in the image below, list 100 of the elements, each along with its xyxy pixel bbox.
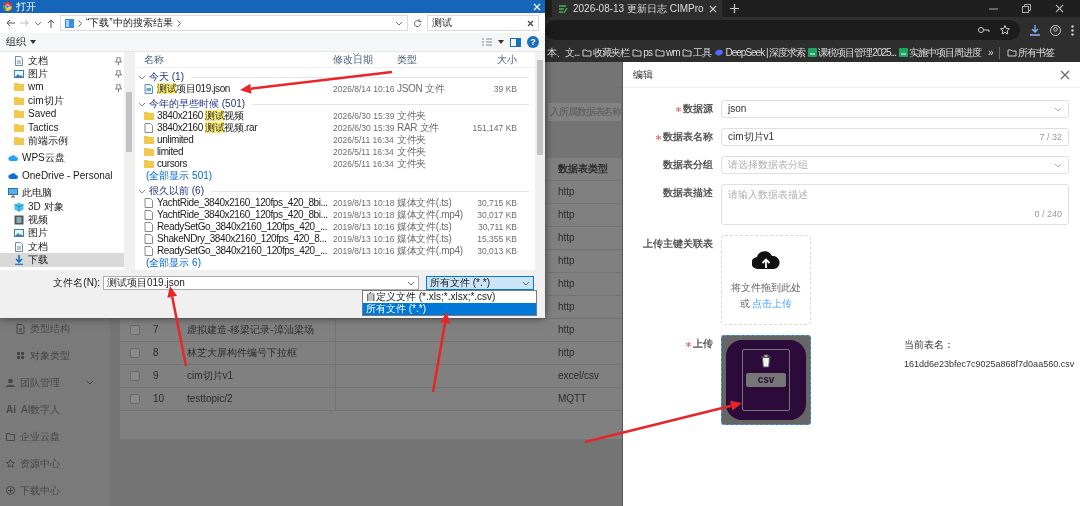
nav-item[interactable]: Tactics: [0, 120, 124, 135]
file-name[interactable]: ReadySetGo_3840x2160_120fps_420_...: [138, 221, 333, 233]
file-date: 2026/6/30 15:39: [333, 110, 395, 121]
clear-icon[interactable]: [527, 19, 534, 27]
chevron-right-icon: [176, 19, 181, 27]
profile-icon[interactable]: [1050, 24, 1061, 36]
preview-pane-icon[interactable]: [510, 37, 521, 47]
dropdown-option[interactable]: 所有文件 (*.*): [363, 303, 536, 315]
file-thumbnail[interactable]: csv: [721, 335, 811, 425]
checkbox[interactable]: [130, 325, 140, 335]
file-name[interactable]: YachtRide_3840x2160_120fps_420_8bi...: [138, 209, 333, 221]
nav-item[interactable]: wm: [0, 80, 124, 95]
close-icon[interactable]: [1055, 4, 1064, 13]
column-header[interactable]: 名称: [144, 53, 164, 66]
folder-icon: [144, 111, 154, 121]
table-cell: excel/csv: [558, 370, 600, 381]
upload-dropzone[interactable]: 将文件拖到此处 或 点击上传: [721, 235, 811, 325]
bookmark[interactable]: ps: [632, 46, 652, 59]
bookmark[interactable]: DeepSeek | 深度求索: [714, 46, 806, 59]
search-field[interactable]: 测试: [427, 15, 539, 31]
file-type: RAR 文件: [397, 122, 440, 133]
nav-item[interactable]: cim切片: [0, 94, 124, 108]
nav-item[interactable]: 前端示例: [0, 134, 124, 148]
select-field[interactable]: json: [721, 100, 1069, 118]
current-file-name: 161dd6e23bfec7c9025a868f7d0aa560.csv: [904, 359, 1075, 370]
cube-icon: [14, 201, 24, 212]
group-header[interactable]: 很久以前 (6): [149, 185, 204, 197]
bookmark[interactable]: 所有书签: [1007, 46, 1055, 59]
recent-locations-icon: [34, 20, 42, 26]
file-type: 文件夹: [397, 134, 427, 145]
nav-item[interactable]: 文档: [0, 54, 124, 68]
file-date: 2026/8/14 10:16: [333, 83, 395, 94]
file-name-field[interactable]: 测试项目019.json: [103, 276, 419, 290]
bookmark[interactable]: wm: [654, 46, 680, 59]
bookmark[interactable]: 工具: [682, 46, 712, 59]
address-field[interactable]: “下载”中的搜索结果: [60, 15, 408, 31]
table-cell: http: [558, 347, 575, 358]
file-type: 媒体文件(.mp4): [397, 209, 463, 220]
column-header[interactable]: 大小: [497, 53, 517, 65]
nav-item[interactable]: 文档: [0, 240, 124, 254]
help-button[interactable]: ?: [527, 36, 539, 48]
bookmark[interactable]: 课税项目管理2025...: [808, 46, 896, 59]
restore-icon[interactable]: [1022, 4, 1031, 13]
column-header[interactable]: 类型: [397, 53, 417, 65]
input-field[interactable]: cim切片v1 7 / 32: [721, 128, 1069, 146]
file-name[interactable]: YachtRide_3840x2160_120fps_420_8bi...: [138, 197, 333, 209]
chevron-down-icon: [1054, 162, 1062, 168]
file-name[interactable]: limited: [138, 146, 333, 158]
nav-item[interactable]: 图片: [0, 226, 124, 241]
nav-item[interactable]: 此电脑: [0, 186, 124, 200]
more-icon[interactable]: [1071, 24, 1074, 36]
table-cell: http: [558, 209, 575, 220]
close-icon[interactable]: [1060, 69, 1070, 80]
show-all-link[interactable]: (全部显示 501): [146, 170, 213, 181]
table-cell: http: [558, 301, 575, 312]
nav-item[interactable]: Saved: [0, 107, 124, 121]
file-type-select[interactable]: 所有文件 (*.*): [426, 276, 534, 290]
nav-item[interactable]: 3D 对象: [0, 199, 124, 214]
bookmark[interactable]: 收藏夹栏: [582, 46, 630, 59]
json-file-icon: [144, 84, 154, 94]
column-header: 数据表类型: [558, 163, 608, 174]
group-header[interactable]: 今年的早些时候 (501): [149, 98, 246, 110]
nav-item[interactable]: 下载: [0, 253, 124, 267]
key-icon[interactable]: [978, 26, 990, 34]
checkbox[interactable]: [130, 371, 140, 381]
trash-icon[interactable]: [760, 354, 772, 368]
file-name[interactable]: ReadySetGo_3840x2160_120fps_420_...: [138, 245, 333, 257]
dropdown-option[interactable]: 自定义文件 (*.xls;*.xlsx;*.csv): [363, 291, 536, 303]
checkbox[interactable]: [130, 348, 140, 358]
nav-item[interactable]: OneDrive - Personal: [0, 169, 124, 183]
up-icon[interactable]: [47, 18, 55, 28]
file-size: 30,013 KB: [477, 245, 517, 256]
folder-icon: [682, 48, 693, 57]
browser-tab[interactable]: 2026-08-13 更新日志 CIMPro: [552, 0, 722, 17]
nav-item[interactable]: WPS云盘: [0, 151, 124, 166]
show-all-link[interactable]: (全部显示 6): [146, 257, 201, 268]
nav-item[interactable]: 图片: [0, 67, 124, 81]
folder-icon: [65, 18, 74, 28]
back-icon[interactable]: [6, 19, 15, 27]
group-header[interactable]: 今天 (1): [149, 71, 184, 83]
refresh-icon[interactable]: [413, 18, 422, 28]
table-cell: 9: [153, 370, 159, 381]
scrollbar[interactable]: [124, 52, 134, 270]
scrollbar[interactable]: [535, 52, 545, 270]
star-icon[interactable]: [1000, 25, 1010, 35]
checkbox[interactable]: [130, 394, 140, 404]
file-size: 30,711 KB: [477, 221, 517, 232]
bookmark[interactable]: 本、文...: [547, 46, 580, 59]
folder-icon: [14, 109, 24, 120]
plus-icon[interactable]: [730, 4, 739, 14]
bookmark[interactable]: 实施中项目周进度: [898, 46, 981, 59]
nav-item[interactable]: 视频: [0, 213, 124, 227]
file-name[interactable]: ShakeNDry_3840x2160_120fps_420_8...: [138, 233, 333, 245]
download-icon[interactable]: [1030, 24, 1040, 36]
file-name[interactable]: cursors: [138, 158, 333, 170]
field-label: 数据源: [683, 103, 713, 115]
organize-menu[interactable]: 组织: [6, 36, 36, 48]
file-name[interactable]: unlimited: [138, 134, 333, 146]
table-cell: http: [558, 255, 575, 266]
more-bookmarks-button[interactable]: »: [987, 46, 993, 59]
